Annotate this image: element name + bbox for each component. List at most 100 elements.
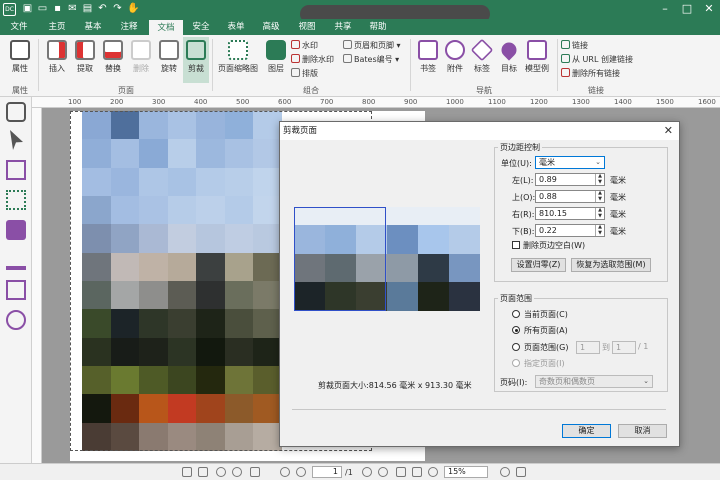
bookmark-button[interactable]: 书签 <box>414 40 442 74</box>
subset-select[interactable]: 奇数页和偶数页 ⌄ <box>535 375 653 388</box>
group-pages-label: 页面 <box>118 86 134 95</box>
right-margin-input[interactable]: 810.15 ▲ ▼ <box>535 207 605 220</box>
replace-button[interactable]: 替换 <box>99 40 127 74</box>
zoom-level-input[interactable]: 15% <box>444 466 488 478</box>
remove-all-links-button[interactable]: 删除所有链接 <box>561 68 620 79</box>
save-icon[interactable]: ▪ <box>52 3 63 14</box>
unit-select[interactable]: 毫米 ⌄ <box>535 156 605 169</box>
select-cursor-icon[interactable] <box>10 130 23 150</box>
create-link-from-url-button[interactable]: 从 URL 创建链接 <box>561 54 633 65</box>
first-page-icon[interactable] <box>216 467 226 477</box>
layers-button[interactable]: 图层 <box>262 40 290 74</box>
tab-home[interactable]: 主页 <box>42 19 72 35</box>
mail-icon[interactable]: ✉ <box>67 3 78 14</box>
left-margin-input[interactable]: 0.89 ▲ ▼ <box>535 173 605 186</box>
cancel-button[interactable]: 取消 <box>618 424 667 438</box>
margin-controls-label: 页边距控制 <box>498 142 542 153</box>
tab-view[interactable]: 视图 <box>292 19 322 35</box>
next-page-icon[interactable] <box>362 467 372 477</box>
restore-selection-button[interactable]: 恢复为选取范围(M) <box>571 258 651 272</box>
spinner-arrows-icon[interactable]: ▲ ▼ <box>595 224 604 236</box>
single-page-icon[interactable] <box>250 467 260 477</box>
next-view-icon[interactable] <box>296 467 306 477</box>
bottom-margin-input[interactable]: 0.22 ▲ ▼ <box>535 224 605 237</box>
group-divider <box>38 39 39 91</box>
link-button[interactable]: 链接 <box>561 40 588 51</box>
new-file-icon[interactable]: ▣ <box>22 3 33 14</box>
watermark-button[interactable]: 水印 <box>291 40 318 51</box>
fullscreen-icon[interactable] <box>516 467 526 477</box>
rotate-view-icon[interactable] <box>396 467 406 477</box>
bates-button[interactable]: Bates编号 ▾ <box>343 54 399 65</box>
tab-share[interactable]: 共享 <box>328 19 358 35</box>
flatten-button[interactable]: 排版 <box>291 68 318 79</box>
hand-tool-icon[interactable]: ✋ <box>127 3 139 14</box>
last-page-icon[interactable] <box>378 467 388 477</box>
tab-forms[interactable]: 表单 <box>221 19 251 35</box>
tab-security[interactable]: 安全 <box>186 19 216 35</box>
tag-button[interactable]: 标签 <box>468 38 496 74</box>
two-page-icon[interactable] <box>412 467 422 477</box>
hand-icon[interactable] <box>6 102 26 122</box>
structure-panel-icon[interactable] <box>6 310 26 330</box>
all-pages-radio[interactable] <box>512 326 520 334</box>
undo-icon[interactable]: ↶ <box>97 3 108 14</box>
comments-panel-icon[interactable] <box>6 220 26 240</box>
crop-label: 剪裁 <box>188 64 204 73</box>
minimize-icon[interactable]: – <box>658 2 672 16</box>
remove-watermark-button[interactable]: 删除水印 <box>291 54 334 65</box>
ok-button[interactable]: 确定 <box>562 424 611 438</box>
extract-button[interactable]: 提取 <box>71 40 99 74</box>
tab-comment[interactable]: 注释 <box>114 19 144 35</box>
previous-page-icon[interactable] <box>232 467 242 477</box>
fit-width-icon[interactable] <box>198 467 208 477</box>
zoom-out-icon[interactable] <box>428 467 438 477</box>
destination-button[interactable]: 目标 <box>495 39 523 74</box>
close-window-icon[interactable]: ✕ <box>702 2 716 16</box>
previous-view-icon[interactable] <box>280 467 290 477</box>
delete-button[interactable]: 删除 <box>127 40 155 74</box>
range-from-input[interactable]: 1 <box>576 341 600 354</box>
url-link-icon <box>561 54 570 63</box>
properties-button[interactable]: 属性 <box>6 40 34 74</box>
attachment-button[interactable]: 附件 <box>441 40 469 74</box>
specified-pages-radio[interactable] <box>512 359 520 367</box>
current-page-radio[interactable] <box>512 310 520 318</box>
app-icon: DC <box>3 3 16 16</box>
page-range-radio[interactable] <box>512 343 520 351</box>
page-thumbnails-button[interactable]: 页面缩略图 <box>216 40 260 74</box>
thumbnails-panel-icon[interactable] <box>6 190 26 210</box>
remove-white-margins-checkbox[interactable] <box>512 241 520 249</box>
open-folder-icon[interactable]: ▭ <box>37 3 48 14</box>
header-footer-button[interactable]: 页眉和页脚 ▾ <box>343 40 401 51</box>
preview-tile <box>449 225 480 254</box>
structure-button[interactable]: 模型例 <box>523 40 551 74</box>
spinner-arrows-icon[interactable]: ▲ ▼ <box>595 190 604 202</box>
preview-tile <box>387 225 418 254</box>
page-number-input[interactable]: 1 <box>312 466 342 478</box>
tab-document[interactable]: 文档 <box>149 19 183 35</box>
tab-advanced[interactable]: 高级 <box>256 19 286 35</box>
maximize-icon[interactable]: □ <box>680 2 694 16</box>
spinner-arrows-icon[interactable]: ▲ ▼ <box>595 173 604 185</box>
insert-button[interactable]: 插入 <box>43 40 71 74</box>
top-margin-input[interactable]: 0.88 ▲ ▼ <box>535 190 605 203</box>
tab-basic[interactable]: 基本 <box>78 19 108 35</box>
fit-page-icon[interactable] <box>182 467 192 477</box>
tab-help[interactable]: 帮助 <box>363 19 393 35</box>
spinner-arrows-icon[interactable]: ▲ ▼ <box>595 207 604 219</box>
stamp-icon[interactable] <box>6 250 26 270</box>
layers-icon <box>266 40 286 60</box>
forms-panel-icon[interactable] <box>6 280 26 300</box>
redo-icon[interactable]: ↷ <box>112 3 123 14</box>
bottom-label: 下(B): <box>512 227 535 236</box>
reset-margins-button[interactable]: 设置归零(Z) <box>511 258 566 272</box>
rotate-button[interactable]: 旋转 <box>155 40 183 74</box>
zoom-in-icon[interactable] <box>500 467 510 477</box>
crop-button[interactable]: 剪裁 <box>183 37 209 83</box>
print-icon[interactable]: ▤ <box>82 3 93 14</box>
bookmarks-panel-icon[interactable] <box>6 160 26 180</box>
range-to-input[interactable]: 1 <box>612 341 636 354</box>
dialog-close-icon[interactable]: ✕ <box>664 124 673 137</box>
tab-file[interactable]: 文件 <box>4 19 34 35</box>
